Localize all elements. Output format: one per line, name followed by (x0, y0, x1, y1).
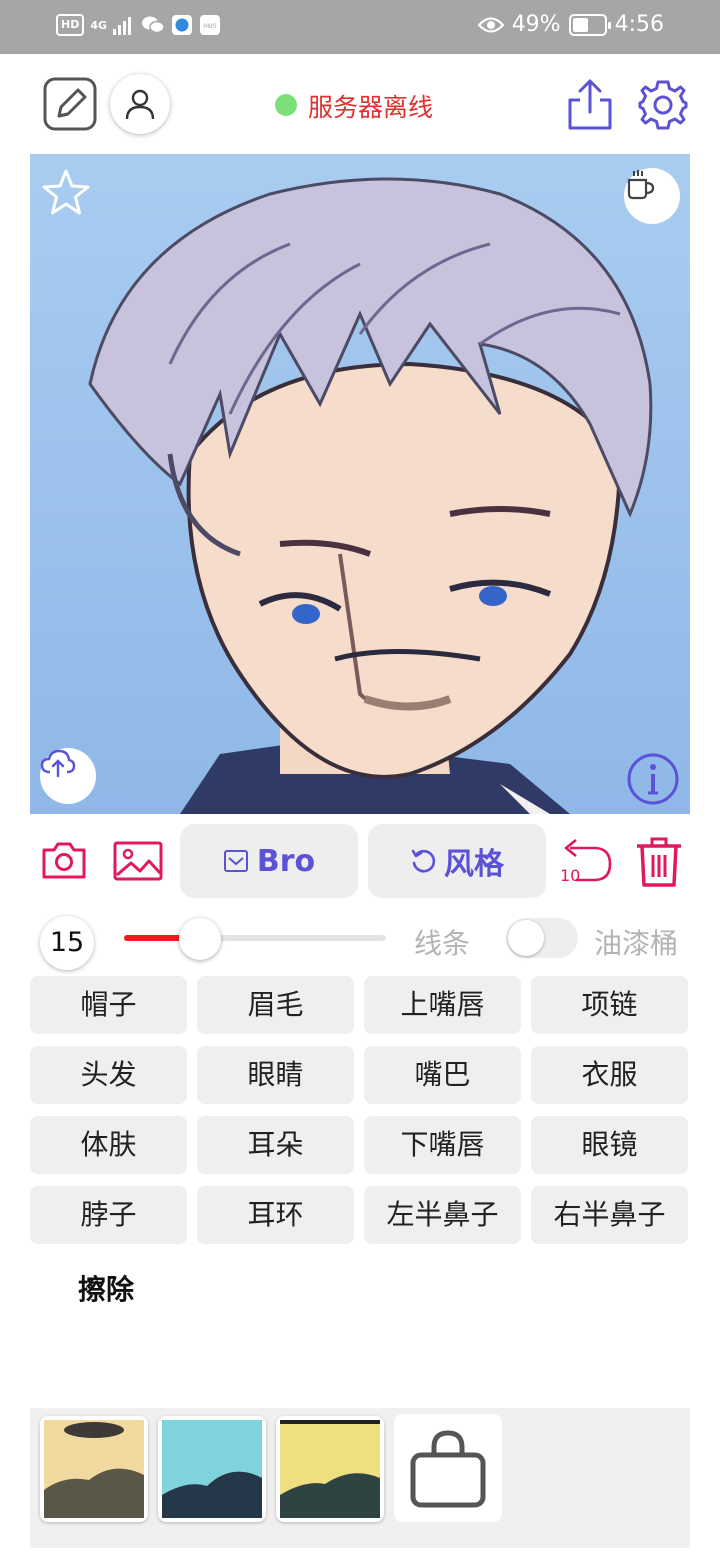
top-bar: 服务器离线 (0, 54, 720, 154)
camera-icon (42, 842, 86, 879)
part-chip-earrings[interactable]: 耳环 (197, 1186, 354, 1244)
anime-portrait (30, 154, 690, 814)
clock: 4:56 (614, 12, 664, 37)
undo-button[interactable]: 10 (556, 834, 616, 890)
favorite-button[interactable] (42, 168, 90, 216)
undo-count: 10 (560, 866, 581, 885)
style-button[interactable]: 风格 (368, 824, 546, 898)
mail-icon (223, 850, 248, 872)
rotate-icon (411, 849, 436, 873)
upload-button[interactable] (40, 748, 96, 804)
part-chip-lower-lip[interactable]: 下嘴唇 (364, 1116, 521, 1174)
part-chip-skin[interactable]: 体肤 (30, 1116, 187, 1174)
image-icon (113, 841, 163, 881)
battery-level (572, 17, 588, 32)
part-chip-upper-lip[interactable]: 上嘴唇 (364, 976, 521, 1034)
erase-option[interactable]: 擦除 (78, 1268, 134, 1308)
part-chip-necklace[interactable]: 项链 (531, 976, 688, 1034)
brush-controls: 15 线条 油漆桶 (0, 910, 720, 970)
tool-bar: Bro 风格 10 (0, 822, 720, 906)
line-label: 线条 (414, 927, 471, 960)
part-chip-glasses[interactable]: 眼镜 (531, 1116, 688, 1174)
info-button[interactable] (626, 752, 680, 806)
style-label: 风格 (444, 847, 504, 882)
signal-bars-icon (113, 17, 132, 35)
history-thumbnail[interactable] (276, 1416, 384, 1522)
delete-button[interactable] (632, 834, 686, 890)
history-strip (30, 1408, 690, 1548)
gallery-button[interactable] (112, 840, 164, 882)
hd-badge: HD (56, 14, 85, 36)
slider-thumb[interactable] (179, 918, 221, 960)
part-chip-right-nose[interactable]: 右半鼻子 (531, 1186, 688, 1244)
thumbnail-image (44, 1420, 144, 1518)
coffee-button[interactable] (624, 168, 680, 224)
paint-bucket-label: 油漆桶 (594, 927, 679, 960)
server-status-dot (275, 94, 297, 116)
part-chip-hat[interactable]: 帽子 (30, 976, 187, 1034)
eye-icon (477, 16, 504, 33)
model-label: Bro (256, 843, 316, 879)
trash-icon (637, 837, 681, 887)
status-icons-left: HD 4G HMS (56, 14, 221, 36)
profile-button[interactable] (110, 74, 170, 134)
edit-button[interactable] (42, 76, 98, 132)
share-button[interactable] (564, 78, 616, 132)
browser-icon (172, 15, 193, 35)
part-chip-mouth[interactable]: 嘴巴 (364, 1046, 521, 1104)
wechat-icon (142, 16, 165, 34)
svg-text:HMS: HMS (203, 24, 216, 30)
status-icons-right: 49% 4:56 (477, 12, 664, 37)
coffee-icon (627, 170, 655, 200)
history-thumbnail[interactable] (158, 1416, 266, 1522)
part-chip-hair[interactable]: 头发 (30, 1046, 187, 1104)
model-select-button[interactable]: Bro (180, 824, 358, 898)
shopping-bag-icon (410, 1430, 486, 1508)
part-chip-eyes[interactable]: 眼睛 (197, 1046, 354, 1104)
battery-icon (568, 13, 611, 36)
thumbnail-image (280, 1420, 380, 1518)
server-status: 服务器离线 (308, 93, 434, 122)
part-chip-clothes[interactable]: 衣服 (531, 1046, 688, 1104)
part-chip-eyebrows[interactable]: 眉毛 (197, 976, 354, 1034)
gear-icon (638, 80, 688, 130)
part-chip-ears[interactable]: 耳朵 (197, 1116, 354, 1174)
shop-button[interactable] (394, 1414, 502, 1522)
user-icon (125, 89, 155, 120)
hms-icon: HMS (200, 15, 221, 35)
cloud-upload-icon (40, 749, 76, 778)
thumbnail-image (162, 1420, 262, 1518)
star-icon (42, 169, 90, 215)
drawing-canvas[interactable] (30, 154, 690, 814)
camera-button[interactable] (40, 838, 88, 882)
history-thumbnail[interactable] (40, 1416, 148, 1522)
part-chip-left-nose[interactable]: 左半鼻子 (364, 1186, 521, 1244)
part-chip-neck[interactable]: 脖子 (30, 1186, 187, 1244)
battery-percent: 49% (511, 12, 561, 37)
paint-bucket-toggle[interactable] (506, 918, 578, 958)
signal-icon: 4G (90, 18, 108, 32)
toggle-knob (508, 920, 544, 956)
brush-size-slider[interactable] (124, 935, 386, 941)
info-icon (627, 753, 679, 805)
settings-button[interactable] (636, 78, 690, 132)
edit-icon (43, 77, 97, 131)
status-bar: HD 4G HMS 49% 4:56 (0, 0, 720, 54)
share-icon (568, 79, 612, 130)
brush-size: 15 (40, 916, 94, 970)
